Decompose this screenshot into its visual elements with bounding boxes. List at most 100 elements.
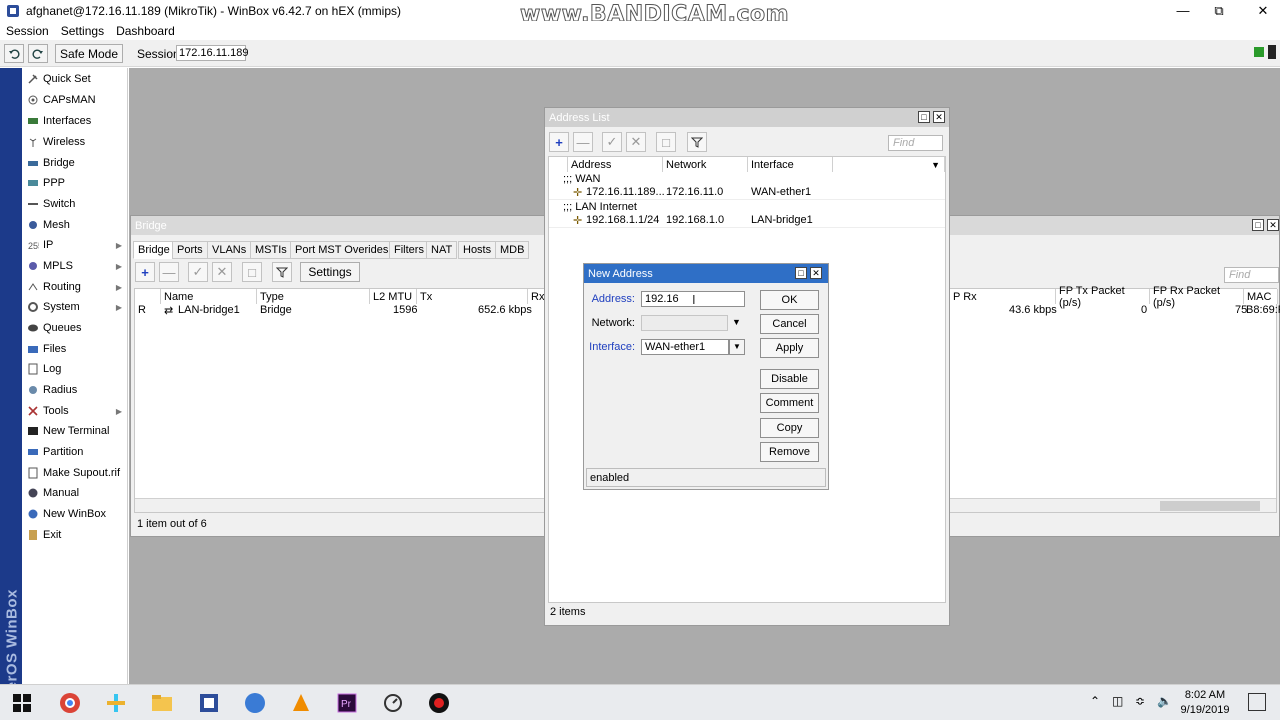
apply-button[interactable]: Apply	[760, 338, 819, 358]
chevron-down-icon[interactable]: ▼	[732, 317, 741, 327]
find-input[interactable]: Find	[888, 135, 943, 151]
sidebar-item-wireless[interactable]: Wireless	[22, 132, 128, 152]
sidebar-item-capsman[interactable]: CAPsMAN	[22, 90, 128, 110]
tray-expand-icon[interactable]: ⌃	[1090, 694, 1100, 708]
network-status-icon[interactable]: ◫	[1112, 694, 1123, 708]
interface-select[interactable]: WAN-ether1	[641, 339, 729, 355]
menu-session[interactable]: Session	[6, 24, 49, 38]
tab-nat[interactable]: NAT	[426, 241, 458, 259]
sidebar-item-new-terminal[interactable]: New Terminal	[22, 421, 128, 441]
sidebar-item-radius[interactable]: Radius	[22, 380, 128, 400]
winbox-taskbar-icon[interactable]	[197, 691, 221, 715]
add-icon[interactable]: +	[135, 262, 155, 282]
redo-icon[interactable]	[28, 44, 48, 63]
col-more[interactable]: ▼	[833, 157, 945, 172]
comment-icon[interactable]: □	[242, 262, 262, 282]
sidebar-item-files[interactable]: Files	[22, 339, 128, 359]
maximize-icon[interactable]: □	[1252, 219, 1264, 231]
network-field[interactable]	[641, 315, 728, 331]
restore-icon[interactable]: ⧉	[1196, 0, 1242, 21]
remove-icon[interactable]: —	[159, 262, 179, 282]
sidebar-item-bridge[interactable]: Bridge	[22, 153, 128, 173]
remove-icon[interactable]: —	[573, 132, 593, 152]
windows-start-icon[interactable]	[10, 691, 34, 715]
sidebar-item-partition[interactable]: Partition	[22, 442, 128, 462]
chrome-icon[interactable]	[58, 691, 82, 715]
bandicam-record-icon[interactable]	[427, 691, 451, 715]
chevron-down-icon[interactable]: ▼	[729, 339, 745, 355]
tab-filters[interactable]: Filters	[389, 241, 429, 259]
col-name[interactable]: Name	[161, 289, 257, 304]
tab-ports[interactable]: Ports	[172, 241, 208, 259]
sidebar-item-make-supout[interactable]: Make Supout.rif	[22, 463, 128, 483]
col-address[interactable]: Address	[568, 157, 663, 172]
tab-hosts[interactable]: Hosts	[458, 241, 497, 259]
col-prx[interactable]: P Rx	[950, 289, 1056, 304]
col-network[interactable]: Network	[663, 157, 748, 172]
sidebar-item-ip[interactable]: 255IP▶	[22, 235, 128, 255]
sidebar-item-routing[interactable]: Routing ▶	[22, 277, 128, 297]
speedometer-icon[interactable]	[381, 691, 405, 715]
vlc-icon[interactable]	[289, 691, 313, 715]
sidebar-item-manual[interactable]: Manual	[22, 483, 128, 503]
comment-icon[interactable]: □	[656, 132, 676, 152]
safe-mode-button[interactable]: Safe Mode	[55, 44, 123, 63]
system-clock[interactable]: 8:02 AM 9/19/2019	[1170, 688, 1240, 718]
notifications-icon[interactable]	[1248, 693, 1266, 711]
enable-icon[interactable]: ✓	[188, 262, 208, 282]
sidebar-item-ppp[interactable]: PPP	[22, 173, 128, 193]
tab-bridge[interactable]: Bridge	[133, 241, 175, 259]
col-type[interactable]: Type	[257, 289, 370, 304]
sidebar-item-interfaces[interactable]: Interfaces	[22, 111, 128, 131]
copy-button[interactable]: Copy	[760, 418, 819, 438]
sidebar-item-tools[interactable]: Tools ▶	[22, 401, 128, 421]
col-l2mtu[interactable]: L2 MTU	[370, 289, 417, 304]
tab-vlans[interactable]: VLANs	[207, 241, 252, 259]
remove-button[interactable]: Remove	[760, 442, 819, 462]
filter-icon[interactable]	[687, 132, 707, 152]
chevron-down-icon[interactable]: ▼	[931, 160, 940, 170]
add-icon[interactable]: +	[549, 132, 569, 152]
col-interface[interactable]: Interface	[748, 157, 833, 172]
sidebar-item-exit[interactable]: Exit	[22, 525, 128, 545]
cancel-button[interactable]: Cancel	[760, 314, 819, 334]
disable-icon[interactable]: ✕	[212, 262, 232, 282]
disable-button[interactable]: Disable	[760, 369, 819, 389]
ok-button[interactable]: OK	[760, 290, 819, 310]
filter-icon[interactable]	[272, 262, 292, 282]
sidebar-item-new-winbox[interactable]: New WinBox	[22, 504, 128, 524]
maximize-icon[interactable]: □	[918, 111, 930, 123]
slack-icon[interactable]	[104, 691, 128, 715]
find-input[interactable]: Find	[1224, 267, 1279, 283]
comment-button[interactable]: Comment	[760, 393, 819, 413]
sidebar-item-mpls[interactable]: MPLS ▶	[22, 256, 128, 276]
maximize-icon[interactable]: □	[795, 267, 807, 279]
col-tx[interactable]: Tx	[417, 289, 528, 304]
table-row[interactable]: ✛ 192.168.1.1/24 192.168.1.0 LAN-bridge1	[549, 214, 945, 228]
scrollbar-thumb[interactable]	[1160, 501, 1260, 511]
sidebar-item-switch[interactable]: Switch	[22, 194, 128, 214]
sidebar-item-mesh[interactable]: Mesh	[22, 215, 128, 235]
wifi-icon[interactable]: ≎	[1135, 694, 1145, 708]
disable-icon[interactable]: ✕	[626, 132, 646, 152]
tab-mdb[interactable]: MDB	[495, 241, 530, 259]
premiere-icon[interactable]: Pr	[335, 691, 359, 715]
session-field[interactable]: 172.16.11.189	[176, 45, 249, 61]
tab-mstis[interactable]: MSTIs	[250, 241, 292, 259]
table-row[interactable]: ✛ 172.16.11.189... 172.16.11.0 WAN-ether…	[549, 186, 945, 200]
undo-icon[interactable]	[4, 44, 24, 63]
tab-port-mst-overides[interactable]: Port MST Overides	[290, 241, 394, 259]
menu-settings[interactable]: Settings	[61, 24, 104, 38]
close-icon[interactable]: ✕	[933, 111, 945, 123]
enable-icon[interactable]: ✓	[602, 132, 622, 152]
close-icon[interactable]: ✕	[810, 267, 822, 279]
file-explorer-icon[interactable]	[150, 691, 174, 715]
close-icon[interactable]: ✕	[1240, 0, 1280, 21]
remote-app-icon[interactable]	[243, 691, 267, 715]
sidebar-item-system[interactable]: System ▶	[22, 297, 128, 317]
col-mac[interactable]: MAC	[1244, 289, 1278, 304]
sidebar-item-log[interactable]: Log	[22, 359, 128, 379]
settings-button[interactable]: Settings	[300, 262, 360, 282]
sidebar-item-quick-set[interactable]: Quick Set	[22, 69, 128, 89]
col-flag[interactable]	[549, 157, 568, 172]
